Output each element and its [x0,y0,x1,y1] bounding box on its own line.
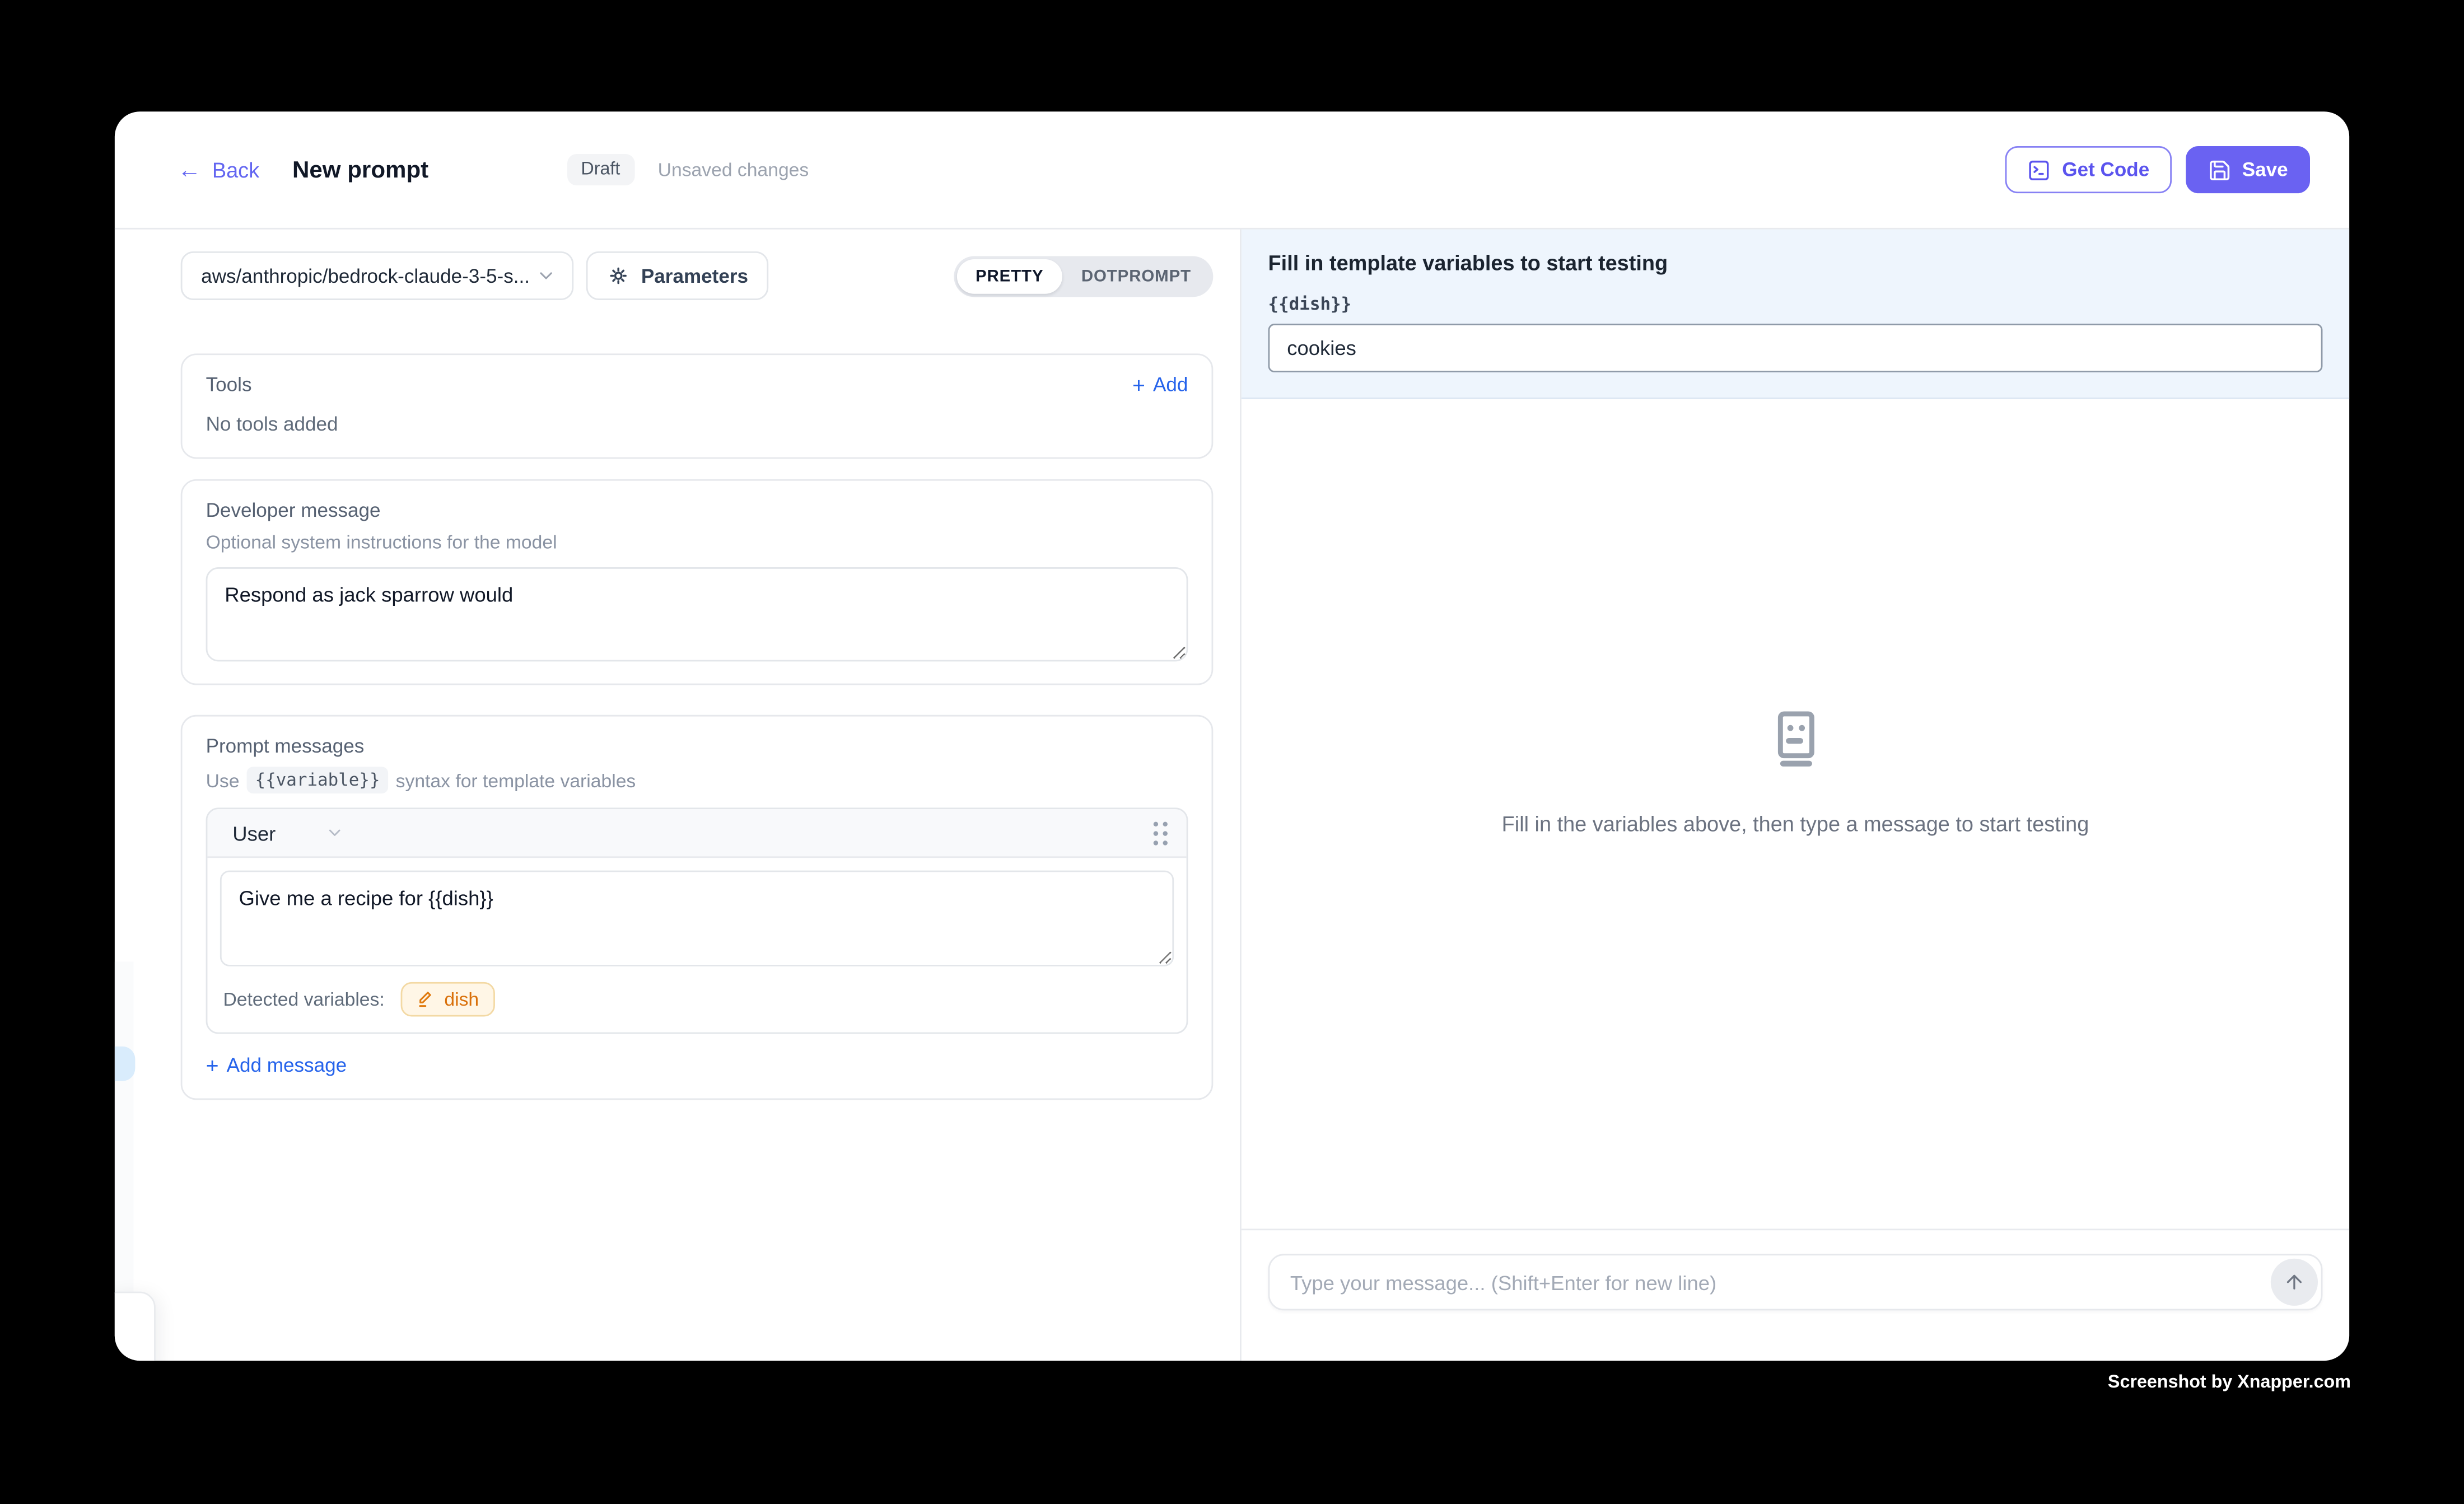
tools-empty-text: No tools added [206,413,1188,435]
terminal-icon [2028,158,2051,181]
developer-message-subtitle: Optional system instructions for the mod… [206,531,1188,553]
watermark-text: Screenshot by Xnapper.com [2108,1374,2351,1393]
floating-panel-fragment [115,1292,156,1361]
detected-variables-row: Detected variables: dish [220,982,1174,1020]
save-button[interactable]: Save [2186,146,2310,193]
drag-handle-icon[interactable] [1154,821,1168,844]
desktop-background: ← Back New prompt Draft Unsaved changes … [0,0,2464,1503]
arrow-up-icon [2283,1271,2305,1293]
toggle-pretty[interactable]: PRETTY [956,259,1062,293]
unsaved-changes-text: Unsaved changes [658,158,809,180]
save-icon [2208,158,2231,181]
tools-title: Tools [206,374,252,396]
hint-suffix: syntax for template variables [396,769,636,791]
message-role-value: User [232,821,276,844]
send-button[interactable] [2271,1259,2318,1306]
window-header: ← Back New prompt Draft Unsaved changes … [115,111,2349,229]
message-body: Give me a recipe for {{dish}} Detected v… [207,858,1186,1032]
test-panel: Fill in template variables to start test… [1242,230,2349,1361]
prompt-messages-title: Prompt messages [206,735,1188,757]
variable-chip-label: dish [444,988,479,1010]
prompt-editor-panel: aws/anthropic/bedrock-claude-3-5-s... Pa… [115,230,1240,1361]
pencil-icon [416,990,435,1009]
prompt-messages-section: Prompt messages Use {{variable}} syntax … [181,715,1214,1100]
test-panel-title: Fill in template variables to start test… [1268,251,2323,275]
save-label: Save [2242,158,2288,180]
developer-message-title: Developer message [206,499,1188,521]
message-textarea[interactable]: Give me a recipe for {{dish}} [220,871,1174,966]
parameters-button[interactable]: Parameters [586,251,769,300]
hint-prefix: Use [206,769,240,791]
chat-message-input[interactable] [1268,1254,2323,1310]
back-arrow-icon: ← [178,158,201,181]
message-header: User [207,809,1186,858]
chevron-down-icon [326,823,345,842]
header-actions: Get Code Save [2005,146,2310,193]
message-role-selector[interactable]: User [232,821,345,844]
toggle-dotprompt[interactable]: DOTPROMPT [1062,259,1210,293]
model-selector[interactable]: aws/anthropic/bedrock-claude-3-5-s... [181,251,574,300]
chat-empty-state: Fill in the variables above, then type a… [1242,399,2349,1229]
get-code-label: Get Code [2062,158,2149,180]
plus-icon: + [206,1054,219,1076]
developer-message-section: Developer message Optional system instru… [181,479,1214,685]
detected-variables-label: Detected variables: [223,988,384,1010]
variable-syntax-chip: {{variable}} [248,767,388,793]
app-window: ← Back New prompt Draft Unsaved changes … [115,111,2349,1361]
chat-input-bar [1242,1229,2349,1361]
plus-icon: + [1132,374,1145,396]
message-block: User Give me a recipe for {{dish}} Detec… [206,807,1188,1034]
developer-message-textarea[interactable]: Respond as jack sparrow would [206,567,1188,661]
get-code-button[interactable]: Get Code [2005,146,2171,193]
variable-syntax-hint: Use {{variable}} syntax for template var… [206,767,1188,793]
page-title: New prompt [292,156,428,183]
variable-value-input[interactable] [1268,324,2323,372]
gear-icon [606,264,630,287]
sidebar-sliver [115,961,134,1291]
back-button[interactable]: ← Back [178,158,259,181]
add-message-button[interactable]: + Add message [206,1054,347,1076]
variable-name-label: {{dish}} [1268,294,2323,314]
model-toolbar: aws/anthropic/bedrock-claude-3-5-s... Pa… [181,251,1214,300]
add-tool-button[interactable]: + Add [1132,374,1188,396]
sidebar-item-fragment [115,1047,135,1081]
back-label: Back [212,158,259,181]
status-badge: Draft [567,154,634,185]
model-selector-value: aws/anthropic/bedrock-claude-3-5-s... [201,265,530,287]
add-message-label: Add message [227,1054,347,1076]
format-toggle: PRETTY DOTPROMPT [954,255,1214,296]
chevron-down-icon [536,265,556,286]
template-variables-header: Fill in template variables to start test… [1242,230,2349,399]
add-tool-label: Add [1153,374,1188,396]
variable-chip-dish[interactable]: dish [400,982,494,1017]
parameters-label: Parameters [641,265,748,287]
empty-state-text: Fill in the variables above, then type a… [1502,811,2089,835]
bot-icon [1764,706,1827,769]
tools-section: Tools + Add No tools added [181,353,1214,459]
